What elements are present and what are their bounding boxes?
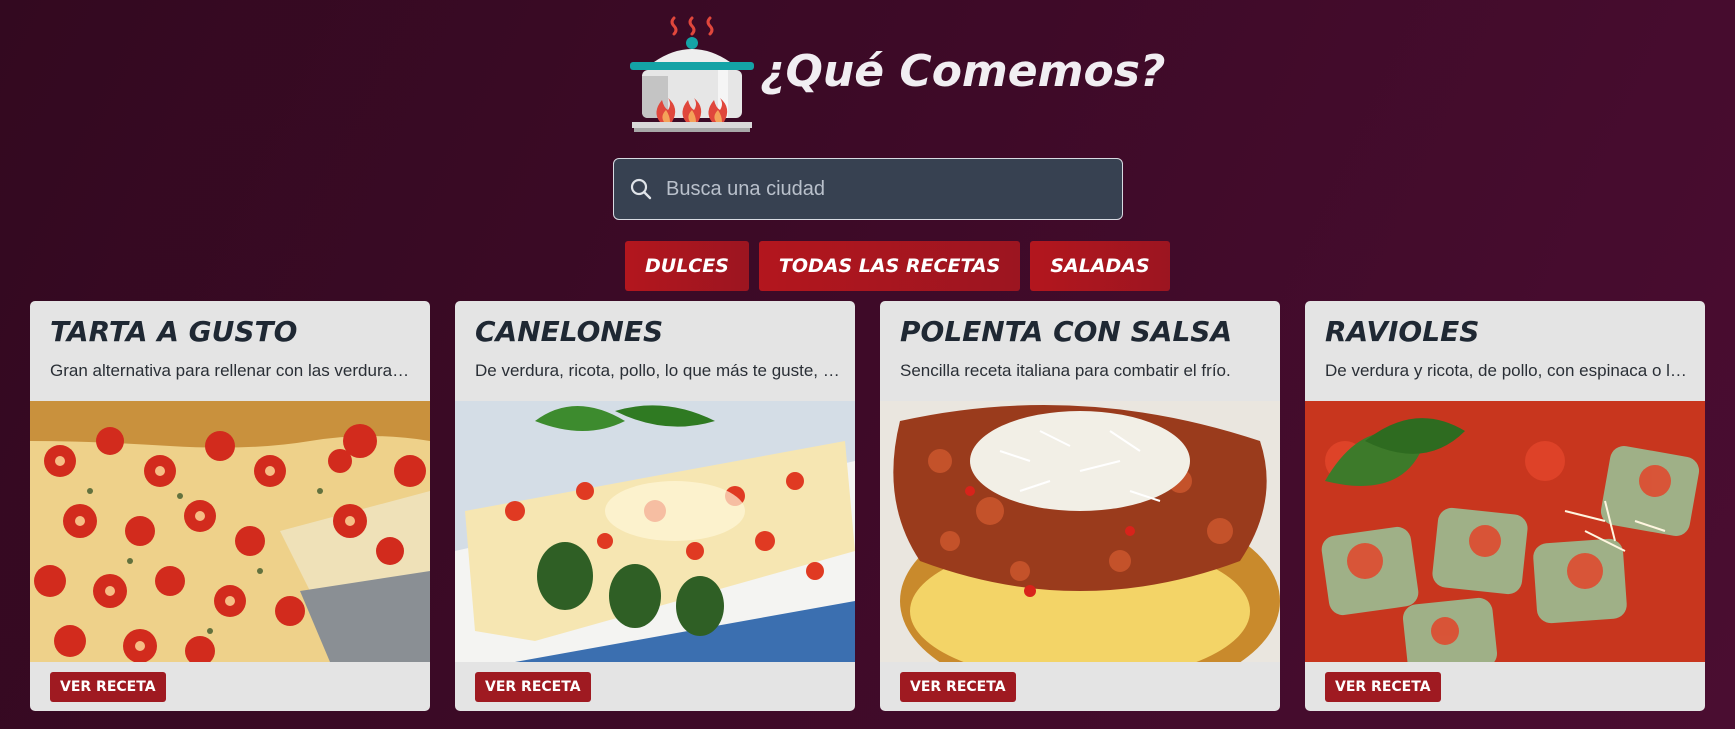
filter-dulces-button[interactable]: DULCES xyxy=(625,241,749,291)
filter-saladas-button[interactable]: SALADAS xyxy=(1030,241,1170,291)
cooking-pot-icon xyxy=(630,12,754,138)
recipe-image xyxy=(455,401,855,662)
view-recipe-button[interactable]: VER RECETA xyxy=(900,672,1016,702)
view-recipe-button[interactable]: VER RECETA xyxy=(50,672,166,702)
search-input[interactable] xyxy=(666,177,1086,201)
recipe-card: POLENTA CON SALSA Sencilla receta italia… xyxy=(880,301,1280,711)
recipe-card: CANELONES De verdura, ricota, pollo, lo … xyxy=(455,301,855,711)
recipe-image xyxy=(1305,401,1705,662)
search-icon xyxy=(630,178,652,200)
recipe-grid: TARTA A GUSTO Gran alternativa para rell… xyxy=(30,301,1705,711)
recipe-card: RAVIOLES De verdura y ricota, de pollo, … xyxy=(1305,301,1705,711)
view-recipe-button[interactable]: VER RECETA xyxy=(475,672,591,702)
search-bar[interactable] xyxy=(613,158,1123,220)
recipe-description: De verdura, ricota, pollo, lo que más te… xyxy=(475,361,840,380)
recipe-title: RAVIOLES xyxy=(1325,315,1480,348)
recipe-description: Gran alternativa para rellenar con las v… xyxy=(50,361,415,380)
recipe-title: POLENTA CON SALSA xyxy=(900,315,1233,348)
recipe-title: CANELONES xyxy=(475,315,664,348)
recipe-card: TARTA A GUSTO Gran alternativa para rell… xyxy=(30,301,430,711)
filter-todas-button[interactable]: TODAS LAS RECETAS xyxy=(758,241,1021,291)
recipe-description: De verdura y ricota, de pollo, con espin… xyxy=(1325,361,1690,380)
view-recipe-button[interactable]: VER RECETA xyxy=(1325,672,1441,702)
category-filters: DULCES TODAS LAS RECETAS SALADAS xyxy=(625,241,1170,291)
recipe-description: Sencilla receta italiana para combatir e… xyxy=(900,361,1231,380)
recipe-image xyxy=(880,401,1280,662)
recipe-image xyxy=(30,401,430,662)
recipe-title: TARTA A GUSTO xyxy=(50,315,298,348)
site-title: ¿Qué Comemos? xyxy=(760,46,1166,97)
